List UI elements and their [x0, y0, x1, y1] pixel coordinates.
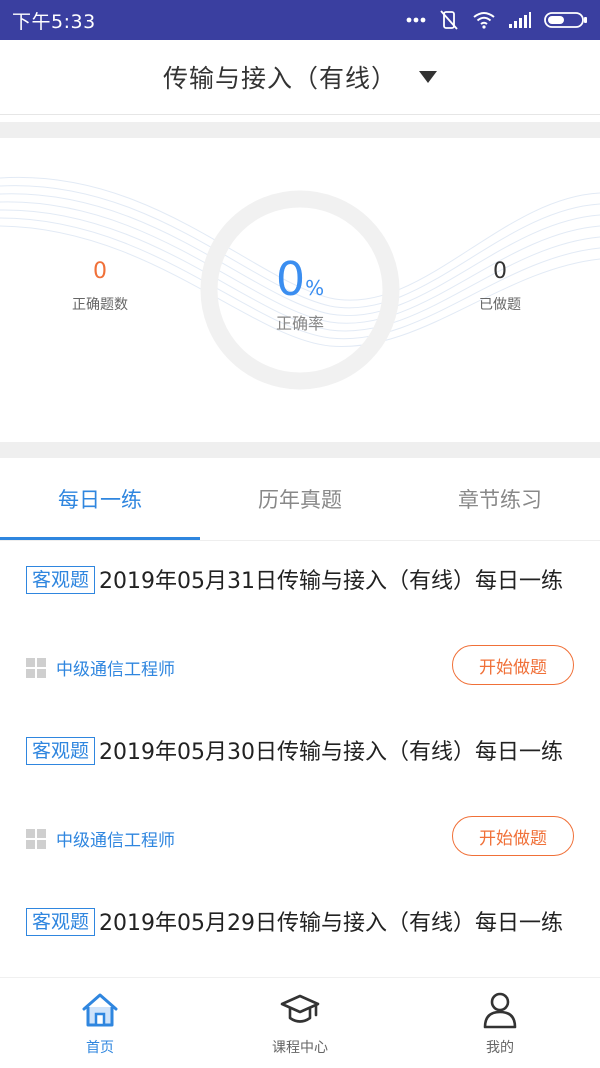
- tab-daily-practice[interactable]: 每日一练: [0, 458, 200, 540]
- correct-count-value: 0: [93, 259, 107, 284]
- done-count-label: 已做题: [479, 297, 521, 313]
- type-badge: 客观题: [26, 566, 96, 594]
- category-grid-icon: [26, 657, 46, 678]
- section-divider: [0, 122, 600, 138]
- tab-past-exams[interactable]: 历年真题: [200, 458, 400, 540]
- status-bar: 下午5:33: [0, 0, 600, 40]
- exercise-tag: 中级通信工程师: [56, 831, 175, 851]
- accuracy-stat: 0% 正确率: [200, 254, 400, 334]
- exercise-tag: 中级通信工程师: [56, 660, 175, 680]
- accuracy-unit: %: [305, 276, 325, 300]
- subject-selector[interactable]: 传输与接入（有线）: [0, 40, 600, 115]
- user-icon: [483, 992, 517, 1029]
- start-button[interactable]: 开始做题: [452, 645, 574, 685]
- tab-chapter-practice[interactable]: 章节练习: [400, 458, 600, 540]
- exercise-title-text: 2019年05月31日传输与接入（有线）每日一练: [99, 569, 563, 594]
- nav-profile[interactable]: 我的: [400, 978, 600, 1068]
- nav-course-center-label: 课程中心: [272, 1040, 328, 1056]
- type-badge: 客观题: [26, 737, 96, 765]
- section-divider: [0, 442, 600, 458]
- signal-icon: [509, 12, 531, 28]
- home-icon: [82, 993, 118, 1027]
- battery-icon: [544, 12, 587, 28]
- done-count-stat: 0 已做题: [400, 258, 600, 314]
- list-item[interactable]: 客观题 2019年05月30日传输与接入（有线）每日一练 中级通信工程师 开始做题: [0, 712, 600, 883]
- nav-course-center[interactable]: 课程中心: [200, 978, 400, 1068]
- exercise-title: 客观题 2019年05月29日传输与接入（有线）每日一练: [26, 905, 581, 943]
- exercise-title: 客观题 2019年05月31日传输与接入（有线）每日一练: [26, 563, 581, 601]
- wifi-icon: [473, 12, 495, 29]
- accuracy-value: 0: [275, 252, 306, 306]
- accuracy-label: 正确率: [275, 314, 324, 333]
- exercise-title-text: 2019年05月30日传输与接入（有线）每日一练: [99, 740, 563, 765]
- tab-bar: 每日一练 历年真题 章节练习: [0, 458, 600, 541]
- subject-title: 传输与接入（有线）: [162, 64, 397, 93]
- status-time: 下午5:33: [12, 10, 96, 33]
- nav-profile-label: 我的: [486, 1040, 514, 1056]
- correct-count-stat: 0 正确题数: [0, 258, 200, 314]
- category-grid-icon: [26, 828, 46, 849]
- done-count-value: 0: [493, 259, 507, 284]
- bottom-nav: 首页 课程中心 我的: [0, 977, 600, 1068]
- exercise-meta: 中级通信工程师: [26, 826, 175, 851]
- status-icons: [406, 9, 588, 31]
- exercise-title-text: 2019年05月29日传输与接入（有线）每日一练: [99, 911, 563, 936]
- more-dots-icon: [406, 17, 426, 23]
- type-badge: 客观题: [26, 908, 96, 936]
- start-button[interactable]: 开始做题: [452, 816, 574, 856]
- nav-home[interactable]: 首页: [0, 978, 200, 1068]
- stats-panel: 0 正确题数 0% 正确率 0 已做题: [0, 138, 600, 442]
- correct-count-label: 正确题数: [72, 297, 128, 313]
- nav-home-label: 首页: [86, 1040, 114, 1056]
- graduation-cap-icon: [280, 994, 320, 1023]
- exercise-title: 客观题 2019年05月30日传输与接入（有线）每日一练: [26, 734, 581, 772]
- exercise-meta: 中级通信工程师: [26, 655, 175, 680]
- caret-down-icon: [419, 71, 437, 83]
- list-item[interactable]: 客观题 2019年05月31日传输与接入（有线）每日一练 中级通信工程师 开始做题: [0, 541, 600, 712]
- mute-icon: [440, 10, 458, 30]
